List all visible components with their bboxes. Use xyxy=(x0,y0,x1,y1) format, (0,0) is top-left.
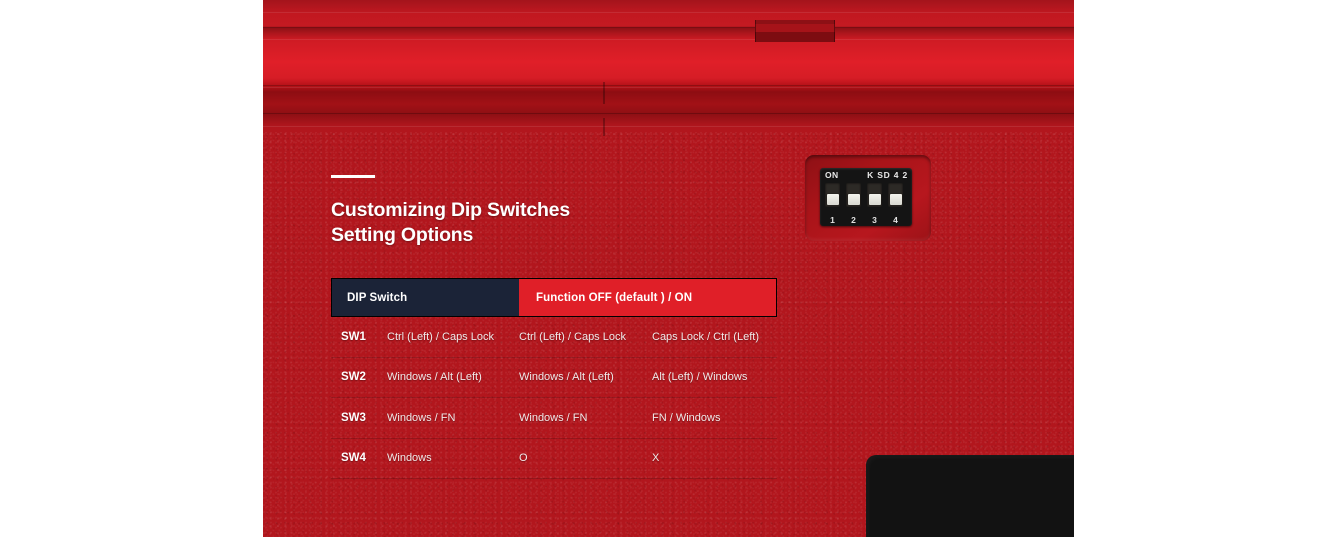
page-title-line-2: Setting Options xyxy=(331,224,474,246)
screenshot-canvas: Customizing Dip Switches Setting Options … xyxy=(0,0,1342,537)
bezel-highlight-line-2 xyxy=(263,39,1074,40)
dip-switch-on-label: ON xyxy=(825,170,839,180)
dip-switch-number-4: 4 xyxy=(893,215,898,225)
bezel-seam-upper xyxy=(603,82,605,104)
bezel-seam-lower xyxy=(603,118,605,136)
page-title: Customizing Dip Switches Setting Options xyxy=(331,198,570,248)
bezel-shadow-line-3 xyxy=(263,113,1074,114)
row-switch-label: SW1 xyxy=(341,330,366,343)
dip-switch-lever-3[interactable] xyxy=(867,183,882,207)
row-switch-label: SW4 xyxy=(341,452,366,465)
bezel-highlight-line-3 xyxy=(263,87,1074,88)
row-function-name: Ctrl (Left) / Caps Lock xyxy=(387,330,494,343)
row-switch-label: SW2 xyxy=(341,371,366,384)
dip-switch-numbers: 1 2 3 4 xyxy=(825,215,907,225)
row-function-off: Ctrl (Left) / Caps Lock xyxy=(519,330,626,343)
row-switch-label: SW3 xyxy=(341,411,366,424)
lever-cap-icon xyxy=(868,194,881,205)
row-function-name: Windows / FN xyxy=(387,411,456,424)
title-accent-rule xyxy=(331,175,375,178)
bezel-shadow-line-2 xyxy=(263,85,1074,86)
dip-switch-number-1: 1 xyxy=(830,215,835,225)
dip-switch-number-3: 3 xyxy=(872,215,877,225)
row-function-off: Windows / FN xyxy=(519,411,588,424)
bezel-shadow-line-1 xyxy=(263,27,1074,28)
dip-switch-lever-1[interactable] xyxy=(825,183,840,207)
table-row: SW1 Ctrl (Left) / Caps Lock Ctrl (Left) … xyxy=(331,317,777,358)
dip-switch-levers xyxy=(825,183,903,207)
lever-cap-icon xyxy=(889,194,902,205)
row-function-on: FN / Windows xyxy=(652,411,721,424)
table-header-dip-switch: DIP Switch xyxy=(332,279,519,316)
table-header-row: DIP Switch Function OFF (default ) / ON xyxy=(331,278,777,317)
keyboard-product-photo: Customizing Dip Switches Setting Options … xyxy=(263,0,1074,537)
row-function-name: Windows / Alt (Left) xyxy=(387,371,482,384)
row-function-on: Alt (Left) / Windows xyxy=(652,371,748,384)
page-title-line-1: Customizing Dip Switches xyxy=(331,199,570,221)
dip-switch-lever-4[interactable] xyxy=(888,183,903,207)
dip-switch-lever-2[interactable] xyxy=(846,183,861,207)
dip-switch-body: ON K SD 4 2 1 2 3 4 xyxy=(820,168,912,226)
table-row: SW2 Windows / Alt (Left) Windows / Alt (… xyxy=(331,358,777,398)
bezel-latch-notch xyxy=(755,20,835,42)
table-row: SW3 Windows / FN Windows / FN FN / Windo… xyxy=(331,398,777,439)
row-function-name: Windows xyxy=(387,452,432,465)
table-header-function: Function OFF (default ) / ON xyxy=(519,279,776,316)
bezel-highlight-line-4 xyxy=(263,126,1074,127)
lever-cap-icon xyxy=(847,194,860,205)
bezel-highlight-line-1 xyxy=(263,12,1074,13)
row-function-off: O xyxy=(519,452,528,465)
dip-switch-number-2: 2 xyxy=(851,215,856,225)
table-row: SW4 Windows O X xyxy=(331,439,777,479)
row-function-on: X xyxy=(652,452,660,465)
dip-switch-marking: K SD 4 2 xyxy=(867,170,908,180)
lever-cap-icon xyxy=(826,194,839,205)
row-function-on: Caps Lock / Ctrl (Left) xyxy=(652,330,759,343)
black-palm-rest-corner xyxy=(866,455,1074,537)
dip-switch-settings-table: DIP Switch Function OFF (default ) / ON … xyxy=(331,278,777,479)
row-function-off: Windows / Alt (Left) xyxy=(519,371,614,384)
dip-switch-hardware: ON K SD 4 2 1 2 3 4 xyxy=(805,155,931,241)
